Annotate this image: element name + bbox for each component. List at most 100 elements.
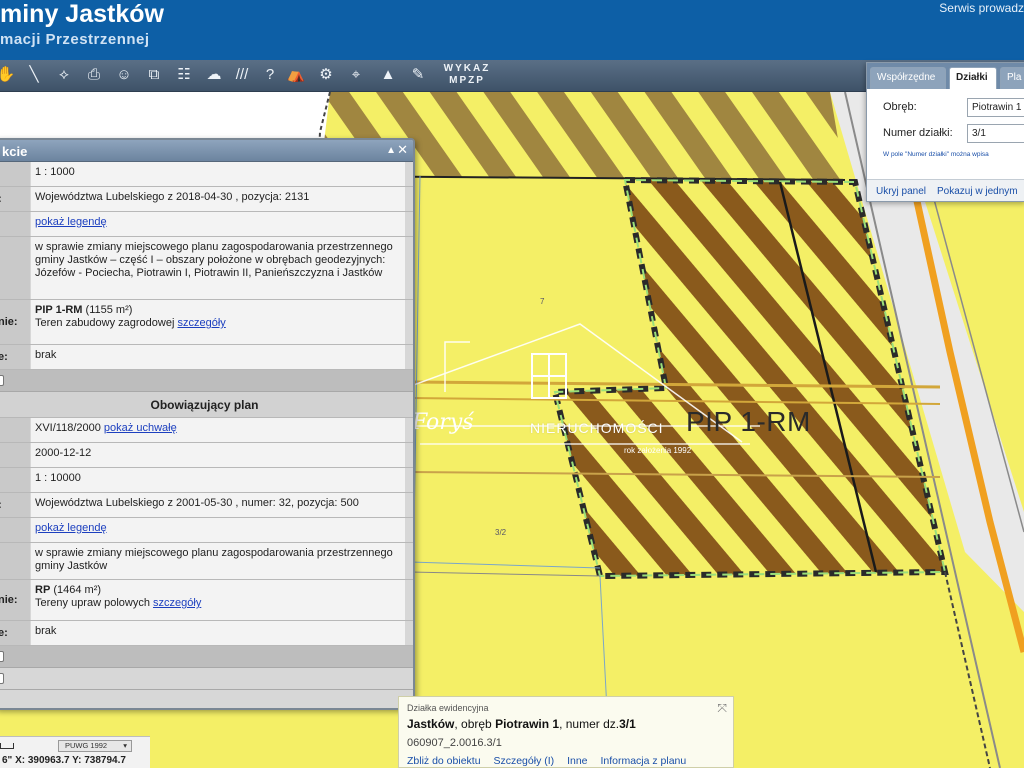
expand-icon[interactable]: ⤧ xyxy=(717,701,727,716)
scale-bar xyxy=(0,743,14,749)
checkbox[interactable] xyxy=(0,651,4,662)
row-value: pokaż legendę xyxy=(31,212,405,236)
coordinate-readout: 6" X: 390963.7 Y: 738794.7 xyxy=(2,755,126,766)
row-label xyxy=(0,162,30,186)
row-label xyxy=(0,212,30,236)
row-label: e: xyxy=(0,345,30,369)
wykaz-label: WYKAZ xyxy=(443,63,491,74)
crs-select[interactable]: PUWG 1992 ▾ xyxy=(58,740,132,752)
row-value: 1 : 10000 xyxy=(31,468,405,492)
checkbox[interactable] xyxy=(0,673,4,684)
details-link[interactable]: szczegóły xyxy=(177,317,225,329)
hatch-icon[interactable]: /// xyxy=(230,64,254,86)
row-value: PIP 1-RM (1155 m²) Teren zabudowy zagrod… xyxy=(31,300,405,344)
row-value: RP (1464 m²) Tereny upraw polowych szcze… xyxy=(31,580,405,620)
gears-icon[interactable]: ⚙ xyxy=(314,64,338,86)
row-label: : xyxy=(0,493,30,517)
white-area xyxy=(0,92,330,142)
wykaz-mpzp-button[interactable]: WYKAZ MPZP xyxy=(438,63,496,89)
row-scale: 1 : 1000 xyxy=(0,162,413,187)
obreb-field[interactable]: Piotrawin 1 xyxy=(967,98,1024,117)
details-link[interactable]: szczegóły xyxy=(153,597,201,609)
section-toggle[interactable] xyxy=(0,370,413,392)
watermark-name: NIERUCHOMOŚCI xyxy=(530,420,664,436)
show-resolution-link[interactable]: pokaż uchwałę xyxy=(104,422,177,434)
app-title: miny Jastków xyxy=(0,0,164,28)
gmina-name: Jastków xyxy=(407,717,455,731)
row-label: e: xyxy=(0,621,30,645)
row-other: e: brak xyxy=(0,345,413,370)
plan-info-link[interactable]: Informacja z planu xyxy=(600,755,686,767)
row-value: brak xyxy=(31,621,405,645)
measure-polygon-icon[interactable]: ⟡ xyxy=(52,64,76,86)
zone-code: RP xyxy=(35,584,51,596)
search-tabs: Współrzędne Działki Pla xyxy=(867,63,1024,89)
hand-icon[interactable]: ✋ xyxy=(0,64,18,86)
row-subject: w sprawie zmiany miejscowego planu zagos… xyxy=(0,237,413,300)
close-icon[interactable]: ✕ xyxy=(397,142,408,158)
row-label: nie: xyxy=(0,300,30,344)
cloud-icon[interactable]: ☁ xyxy=(202,64,226,86)
row-date: 2000-12-12 xyxy=(0,443,413,468)
numer-field[interactable]: 3/1 xyxy=(967,124,1024,143)
watermark-script: Foryś xyxy=(412,410,474,435)
mountain-icon[interactable]: ▲ xyxy=(376,64,400,86)
panel-footer: Ukryj panel Pokazuj w jednym xyxy=(867,179,1024,201)
minimize-icon[interactable]: ▲ xyxy=(386,145,396,156)
search-hint: W pole "Numer działki" można wpisa xyxy=(883,151,989,158)
row-designation-2: nie: RP (1464 m²) Tereny upraw polowych … xyxy=(0,580,413,621)
measure-line-icon[interactable]: ╲ xyxy=(22,64,46,86)
hide-panel-button[interactable]: Ukryj panel xyxy=(876,186,926,197)
row-label xyxy=(0,468,30,492)
row-other-2: e: brak xyxy=(0,621,413,646)
search-panel: Współrzędne Działki Pla Obręb: Piotrawin… xyxy=(866,62,1024,202)
tab-parcels[interactable]: Działki xyxy=(949,67,997,89)
row-designation: nie: PIP 1-RM (1155 m²) Teren zabudowy z… xyxy=(0,300,413,345)
zoom-to-object-link[interactable]: Zbliż do obiektu xyxy=(407,755,481,767)
other-link[interactable]: Inne xyxy=(567,755,587,767)
panel-rows: 1 : 1000 : Województwa Lubelskiego z 201… xyxy=(0,162,413,690)
obreb-name: Piotrawin 1 xyxy=(495,717,560,731)
zone-code: PIP 1-RM xyxy=(35,304,83,316)
comment-icon[interactable]: ✎ xyxy=(406,64,430,86)
coordinates-bar: PUWG 1992 ▾ 6" X: 390963.7 Y: 738794.7 xyxy=(0,736,150,768)
section-toggle[interactable] xyxy=(0,668,413,690)
show-legend-link[interactable]: pokaż legendę xyxy=(35,216,107,228)
section-toggle[interactable] xyxy=(0,646,413,668)
show-in-one-button[interactable]: Pokazuj w jednym xyxy=(937,186,1018,197)
print-icon[interactable]: ⎙ xyxy=(82,64,106,86)
plan-info-panel: kcie ▲ ✕ 1 : 1000 : Województwa Lubelski… xyxy=(0,138,415,710)
obreb-label: Obręb: xyxy=(883,101,917,113)
person-icon[interactable]: ☺ xyxy=(112,64,136,86)
row-label xyxy=(0,237,30,299)
tab-plans[interactable]: Pla xyxy=(1000,67,1024,89)
zone-area: (1464 m²) xyxy=(53,584,102,596)
locate-icon[interactable]: ⌖ xyxy=(344,64,368,86)
row-scale-2: 1 : 10000 xyxy=(0,468,413,493)
row-value: XVI/118/2000 pokaż uchwałę xyxy=(31,418,405,442)
details-link[interactable]: Szczegóły (I) xyxy=(493,755,554,767)
panel-titlebar: kcie ▲ ✕ xyxy=(0,140,413,162)
zone-desc: Teren zabudowy zagrodowej xyxy=(35,317,175,329)
card-links: Zbliż do obiektu Szczegóły (I) Inne Info… xyxy=(407,755,696,767)
checkbox[interactable] xyxy=(0,375,4,386)
row-label: : xyxy=(0,187,30,211)
row-legend: pokaż legendę xyxy=(0,212,413,237)
row-value: Województwa Lubelskiego z 2018-04-30 , p… xyxy=(31,187,405,211)
tab-coordinates[interactable]: Współrzędne xyxy=(870,67,946,89)
mpzp-label: MPZP xyxy=(449,75,485,86)
show-legend-link[interactable]: pokaż legendę xyxy=(35,522,107,534)
row-value: 1 : 1000 xyxy=(31,162,405,186)
legend-icon[interactable]: ☷ xyxy=(172,64,196,86)
row-label: nie: xyxy=(0,580,30,620)
service-link[interactable]: Serwis prowadz xyxy=(939,1,1024,15)
help-icon[interactable]: ? xyxy=(258,64,282,86)
tent-icon[interactable]: ⛺ xyxy=(284,64,308,86)
parcel-label-7: 7 xyxy=(540,297,545,306)
resolution-number: XVI/118/2000 xyxy=(35,422,101,434)
chevron-down-icon: ▾ xyxy=(123,741,127,750)
row-subject-2: w sprawie zmiany miejscowego planu zagos… xyxy=(0,543,413,580)
app-header: miny Jastków macji Przestrzennej Serwis … xyxy=(0,0,1024,60)
row-value: Województwa Lubelskiego z 2001-05-30 , n… xyxy=(31,493,405,517)
layers-icon[interactable]: ⧉ xyxy=(142,64,166,86)
